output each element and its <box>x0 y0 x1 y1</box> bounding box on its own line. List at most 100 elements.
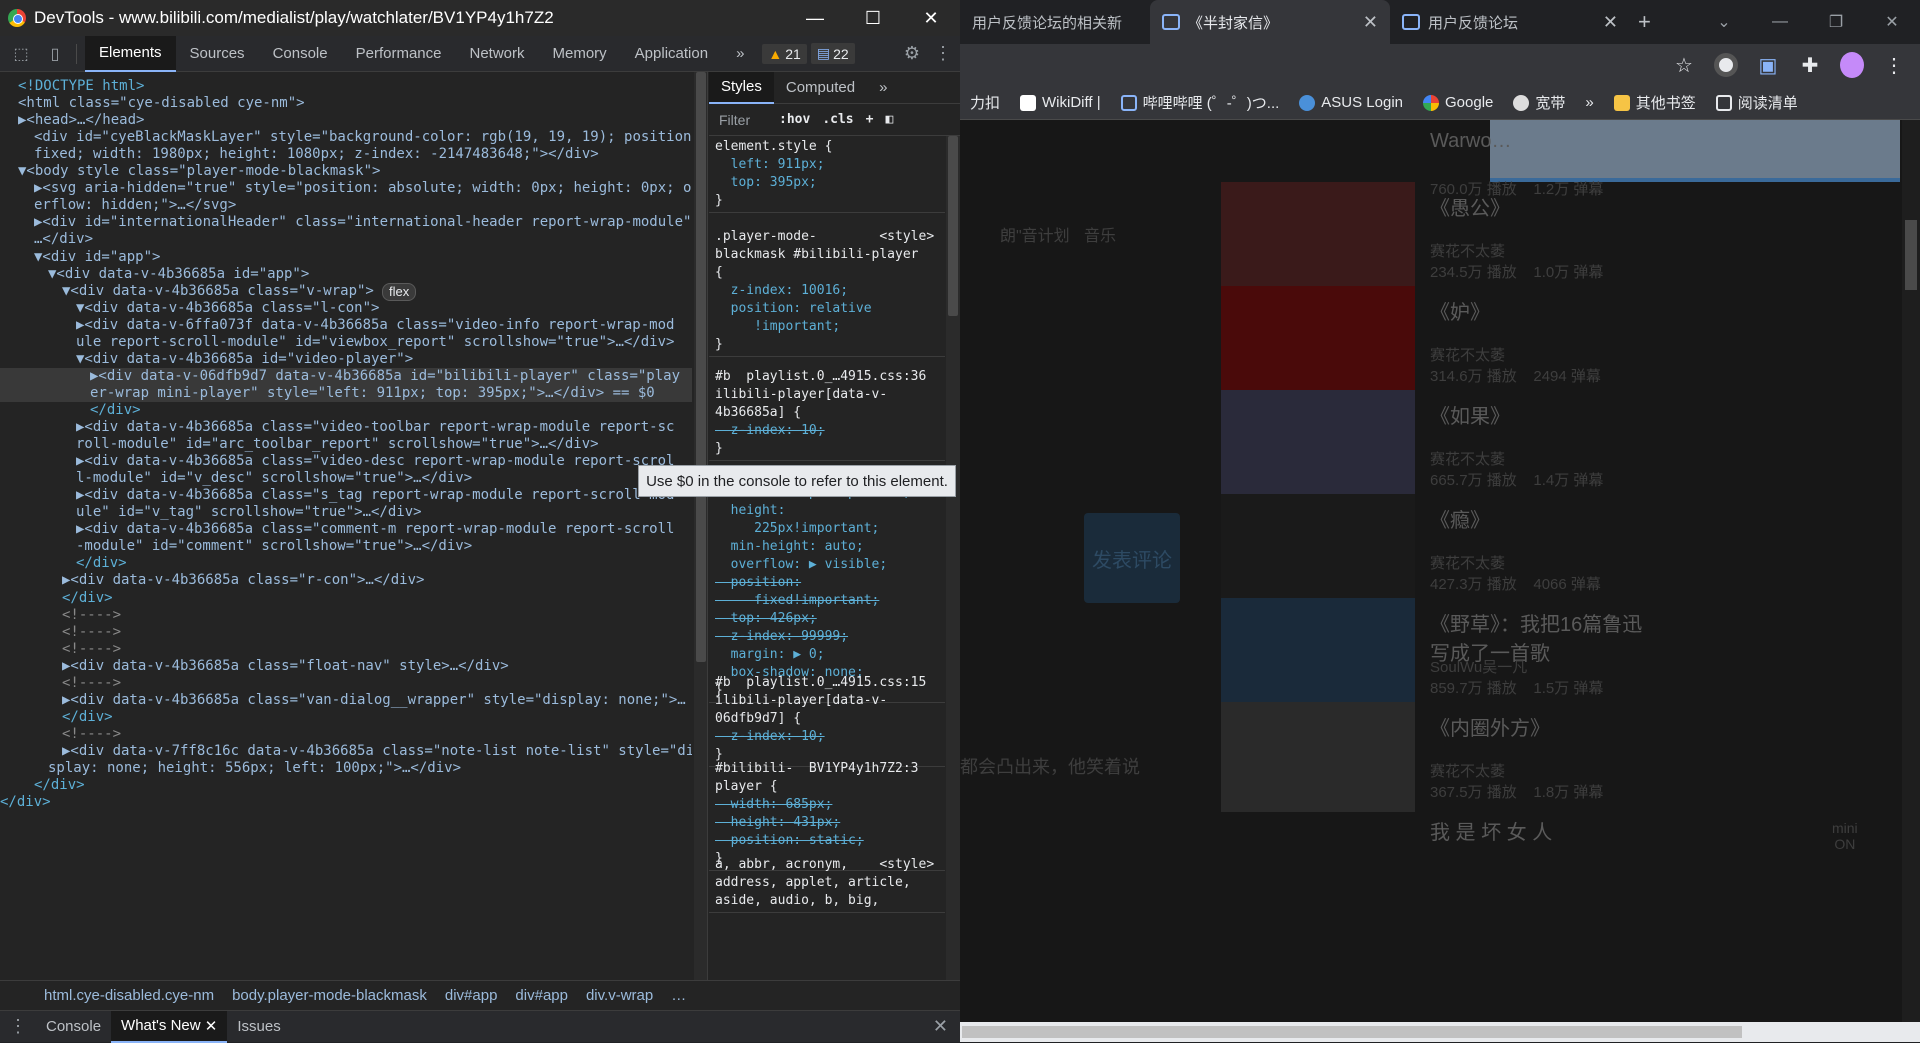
dom-node-line[interactable]: …</div> <box>0 231 692 248</box>
tab-search-icon[interactable]: ⌄ <box>1696 12 1752 32</box>
video-title[interactable]: 《妒》 <box>1430 296 1490 325</box>
video-title[interactable]: 《内圈外方》 <box>1430 712 1550 741</box>
video-thumbnail[interactable] <box>1221 390 1415 500</box>
breadcrumb-item[interactable]: div#app <box>515 987 568 1004</box>
dom-node-line[interactable]: ▶<div data-v-6ffa073f data-v-4b36685a cl… <box>0 317 692 334</box>
dom-scrollbar[interactable] <box>694 72 707 980</box>
dom-node-line[interactable]: ▶<div data-v-06dfb9d7 data-v-4b36685a id… <box>0 367 692 385</box>
dom-node-line[interactable]: <!----> <box>0 726 692 743</box>
dom-node-line[interactable]: fixed; width: 1980px; height: 1080px; z-… <box>0 146 692 163</box>
css-rule[interactable]: .player-mode- <style> blackmask #bilibili… <box>709 226 945 357</box>
warnings-badge[interactable]: ▲ 21 <box>762 43 807 64</box>
video-thumbnail[interactable] <box>1221 598 1415 708</box>
styles-more-tabs[interactable]: » <box>867 72 899 104</box>
tab-network[interactable]: Network <box>455 36 538 72</box>
dom-node-line[interactable]: splay: none; height: 556px; left: 100px;… <box>0 760 692 777</box>
dom-node-line[interactable]: ▶<div data-v-4b36685a class="video-toolb… <box>0 419 692 436</box>
dom-node-line[interactable]: ▶<div data-v-4b36685a class="r-con">…</d… <box>0 572 692 589</box>
dom-node-line[interactable]: erflow: hidden;">…</svg> <box>0 197 692 214</box>
close-drawer-icon[interactable]: ✕ <box>933 1016 948 1037</box>
dom-node-line[interactable]: <!----> <box>0 675 692 692</box>
bookmark-item[interactable]: WikiDiff | <box>1010 94 1111 111</box>
styles-scrollbar[interactable] <box>946 136 960 980</box>
tab-application[interactable]: Application <box>621 36 722 72</box>
cls-toggle[interactable]: .cls <box>816 112 859 127</box>
dom-node-line[interactable]: <!DOCTYPE html> <box>0 78 692 95</box>
new-rule-plus-icon[interactable]: + <box>860 112 880 127</box>
close-button[interactable]: ✕ <box>1864 12 1920 32</box>
dom-node-line[interactable]: ule" id="v_tag" scrollshow="true">…</div… <box>0 504 692 521</box>
bookmark-item[interactable]: 宽带 <box>1503 92 1575 113</box>
close-tab-icon[interactable]: ✕ <box>1363 12 1378 33</box>
video-title[interactable]: 《如果》 <box>1430 400 1510 429</box>
tab-console[interactable]: Console <box>259 36 342 72</box>
browser-tab[interactable]: 用户反馈论坛的相关新 <box>960 0 1150 44</box>
close-tab-icon[interactable]: ✕ <box>205 1017 218 1035</box>
breadcrumb-item[interactable]: html.cye-disabled.cye-nm <box>44 987 214 1004</box>
new-tab-button[interactable]: + <box>1638 9 1651 35</box>
tab-performance[interactable]: Performance <box>342 36 456 72</box>
inspect-element-icon[interactable]: ⬚ <box>8 41 34 67</box>
horizontal-scrollbar[interactable] <box>960 1022 1920 1042</box>
hov-toggle[interactable]: :hov <box>773 112 816 127</box>
reading-list[interactable]: 阅读清单 <box>1706 92 1808 113</box>
close-button[interactable]: ✕ <box>902 0 960 36</box>
dom-node-line[interactable]: ▶<div data-v-4b36685a class="s_tag repor… <box>0 487 692 504</box>
elements-dom-tree[interactable]: <!DOCTYPE html> <html class="cye-disabled… <box>0 72 708 980</box>
video-thumbnail[interactable] <box>1221 494 1415 604</box>
css-rule[interactable]: a, abbr, acronym, <style> address, applet… <box>709 854 945 913</box>
dom-node-line[interactable]: ▶<div id="internationalHeader" class="in… <box>0 214 692 231</box>
tab-elements[interactable]: Elements <box>85 35 176 72</box>
bookmark-star-icon[interactable]: ☆ <box>1672 53 1696 77</box>
breadcrumb-item[interactable]: div#app <box>445 987 498 1004</box>
dom-node-line[interactable]: ▼<body style class="player-mode-blackmas… <box>0 163 692 180</box>
close-tab-icon[interactable]: ✕ <box>1603 12 1618 33</box>
dom-node-line[interactable]: </div> <box>0 590 692 607</box>
css-rule[interactable]: #b playlist.0_…4915.css:15 ilibili-player… <box>709 672 945 767</box>
dom-node-line[interactable]: </div> <box>0 709 692 726</box>
more-options-icon[interactable]: ⋮ <box>934 43 952 64</box>
settings-gear-icon[interactable]: ⚙ <box>904 43 920 64</box>
drawer-menu-icon[interactable]: ⋮ <box>0 1016 36 1037</box>
dom-node-line[interactable]: ule report-scroll-module" id="viewbox_re… <box>0 334 692 351</box>
browser-tab-active[interactable]: 《半封家信》 ✕ <box>1150 0 1390 44</box>
styles-filter-input[interactable]: Filter <box>709 112 773 128</box>
bookmarks-overflow[interactable]: » <box>1575 94 1603 111</box>
dom-node-line[interactable]: ▶<svg aria-hidden="true" style="position… <box>0 180 692 197</box>
css-rule[interactable]: { width: 400px!important; height: 225px!… <box>709 464 945 703</box>
css-rule[interactable]: element.style { left: 911px; top: 395px;… <box>709 136 945 213</box>
tab-memory[interactable]: Memory <box>539 36 621 72</box>
bookmark-item[interactable]: ASUS Login <box>1289 94 1413 111</box>
breadcrumb-item[interactable]: body.player-mode-blackmask <box>232 987 427 1004</box>
bookmark-item[interactable]: 哔哩哔哩 (゜-゜)つ... <box>1111 92 1290 113</box>
css-rule[interactable]: #b playlist.0_…4915.css:36 ilibili-player… <box>709 366 945 461</box>
more-tabs-button[interactable]: » <box>722 36 758 72</box>
dom-node-line[interactable]: ▶<div data-v-4b36685a class="van-dialog_… <box>0 692 692 709</box>
dom-node-line[interactable]: ▼<div data-v-4b36685a id="app"> <box>0 266 692 283</box>
page-scrollbar[interactable] <box>1902 120 1920 1022</box>
profile-avatar[interactable] <box>1840 52 1864 78</box>
video-title[interactable]: 《瘾》 <box>1430 504 1490 533</box>
dom-node-line[interactable]: </div> <box>0 777 692 794</box>
device-toolbar-icon[interactable]: ▯ <box>42 41 68 67</box>
flex-badge[interactable]: flex <box>382 282 417 301</box>
tab-sources[interactable]: Sources <box>176 36 259 72</box>
dom-node-line[interactable]: </div> <box>0 794 692 811</box>
video-thumbnail[interactable] <box>1221 286 1415 396</box>
toggle-sidebar-icon[interactable]: ◧ <box>879 112 899 127</box>
video-thumbnail[interactable] <box>1221 702 1415 812</box>
browser-menu-icon[interactable]: ⋮ <box>1882 53 1906 77</box>
drawer-tab-issues[interactable]: Issues <box>227 1011 290 1043</box>
minimize-button[interactable]: — <box>1752 13 1808 31</box>
dom-node-line[interactable]: </div> <box>0 402 692 419</box>
video-thumbnail[interactable] <box>1221 182 1415 292</box>
dom-node-line[interactable]: ▼<div data-v-4b36685a id="video-player"> <box>0 351 692 368</box>
breadcrumb-item[interactable]: div.v-wrap <box>586 987 653 1004</box>
dom-node-line[interactable]: ▼<div data-v-4b36685a class="l-con"> <box>0 300 692 317</box>
dom-node-line[interactable]: </div> <box>0 555 692 572</box>
dom-node-line[interactable]: roll-module" id="arc_toolbar_report" scr… <box>0 436 692 453</box>
dom-node-line[interactable]: <!----> <box>0 624 692 641</box>
dom-node-line[interactable]: ▶<div data-v-7ff8c16c data-v-4b36685a cl… <box>0 743 692 760</box>
mini-toggle[interactable]: mini ON <box>1832 820 1858 852</box>
dom-node-line[interactable]: ▼<div id="app"> <box>0 249 692 266</box>
